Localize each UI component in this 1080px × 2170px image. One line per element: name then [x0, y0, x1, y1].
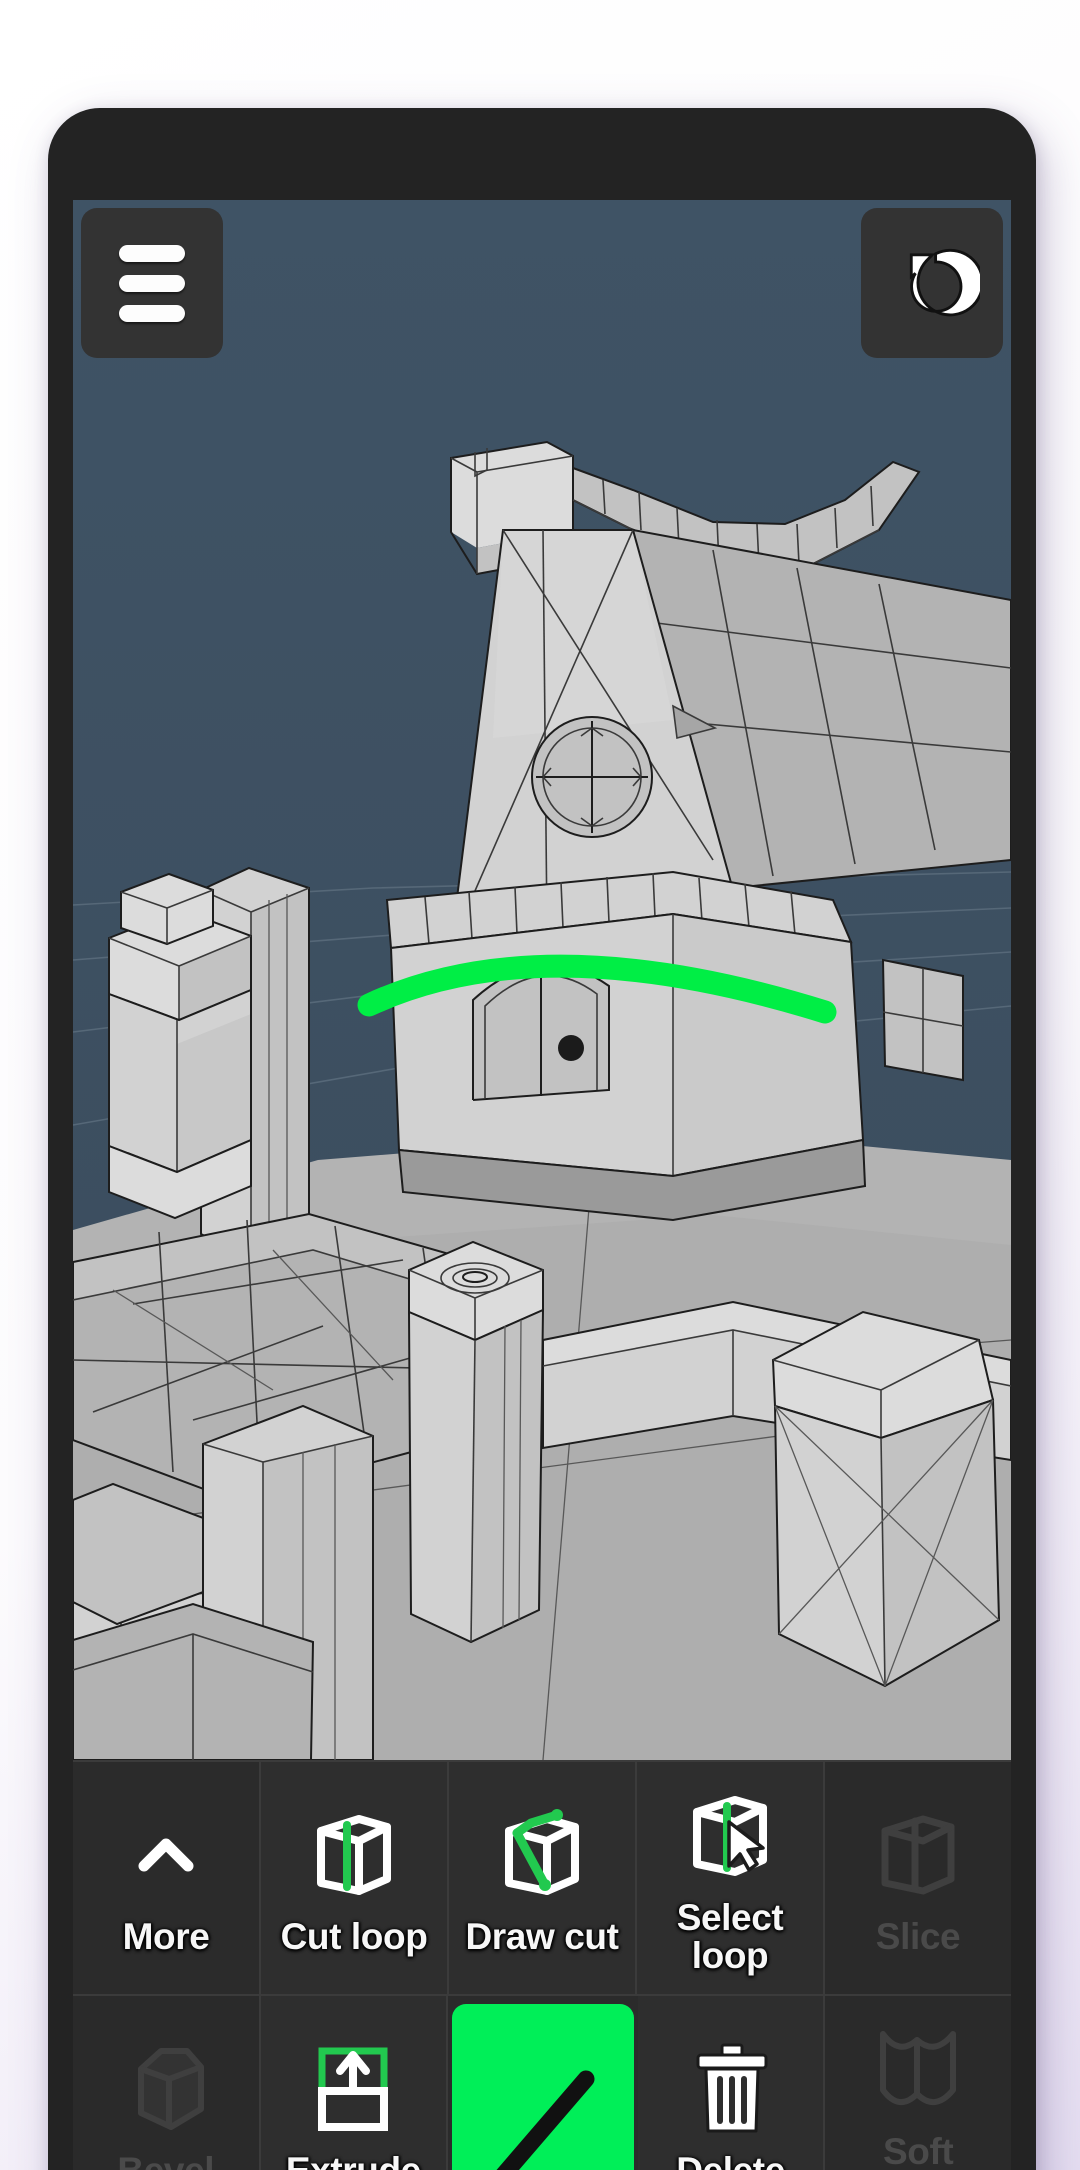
toolbar-label-soft-normals: Soft normals [848, 2133, 989, 2170]
right-crate [773, 1312, 999, 1686]
select-loop-icon [675, 1781, 785, 1893]
center-pillar [409, 1242, 543, 1642]
toolbar-item-slice[interactable]: Slice [825, 1762, 1011, 1994]
toolbar-label-more: More [123, 1918, 210, 1956]
cut-loop-icon [299, 1800, 409, 1912]
toolbar-item-draw-cut[interactable]: Draw cut [449, 1762, 637, 1994]
toolbar-label-delete: Delete [676, 2152, 785, 2170]
soft-normals-icon [863, 2015, 973, 2127]
undo-button[interactable] [861, 208, 1003, 358]
undo-arrow-icon [884, 233, 980, 334]
slice-icon [863, 1800, 973, 1912]
door [473, 965, 609, 1100]
toolbar-item-delete[interactable]: Delete [638, 1996, 826, 2170]
toolbar-item-soft-normals[interactable]: Soft normals [825, 1996, 1011, 2170]
toolbar-row-1: More [73, 1760, 1011, 1994]
left-tower [109, 868, 309, 1260]
viewport-3d[interactable]: .wf { fill:none; stroke:#3a3a3a; stroke-… [73, 200, 1011, 1760]
toolbar-label-extrude: Extrude [286, 2152, 421, 2170]
bevel-cube-icon [111, 2034, 221, 2146]
toolbar-item-select-loop[interactable]: Select loop [637, 1762, 825, 1994]
round-window [532, 717, 652, 837]
phone-frame: .wf { fill:none; stroke:#3a3a3a; stroke-… [48, 108, 1036, 2170]
screenshot-root: .wf { fill:none; stroke:#3a3a3a; stroke-… [0, 0, 1080, 2170]
draw-cut-icon [487, 1800, 597, 1912]
toolbar-label-select-loop: Select loop [639, 1899, 821, 1974]
bottom-toolbar: More [73, 1760, 1011, 2170]
side-window [883, 960, 963, 1080]
extrude-arrow-icon [298, 2034, 408, 2146]
trash-can-icon [676, 2034, 786, 2146]
toolbar-item-extrude[interactable]: Extrude [261, 1996, 449, 2170]
toolbar-label-cut-loop: Cut loop [281, 1918, 428, 1956]
toolbar-row-2: Bevel Extrude [73, 1994, 1011, 2170]
toolbar-item-more[interactable]: More [73, 1762, 261, 1994]
chevron-up-icon [130, 1800, 202, 1912]
phone-screen: .wf { fill:none; stroke:#3a3a3a; stroke-… [73, 200, 1011, 2170]
toolbar-label-bevel: Bevel [117, 2152, 214, 2170]
hamburger-menu-icon [119, 245, 185, 322]
toolbar-item-cut-loop[interactable]: Cut loop [261, 1762, 449, 1994]
toolbar-item-bevel[interactable]: Bevel [73, 1996, 261, 2170]
diagonal-stroke-icon [468, 2017, 618, 2170]
menu-button[interactable] [81, 208, 223, 358]
toolbar-item-draw-stroke[interactable] [452, 2004, 634, 2170]
toolbar-label-draw-cut: Draw cut [465, 1918, 618, 1956]
toolbar-label-slice: Slice [876, 1918, 960, 1956]
